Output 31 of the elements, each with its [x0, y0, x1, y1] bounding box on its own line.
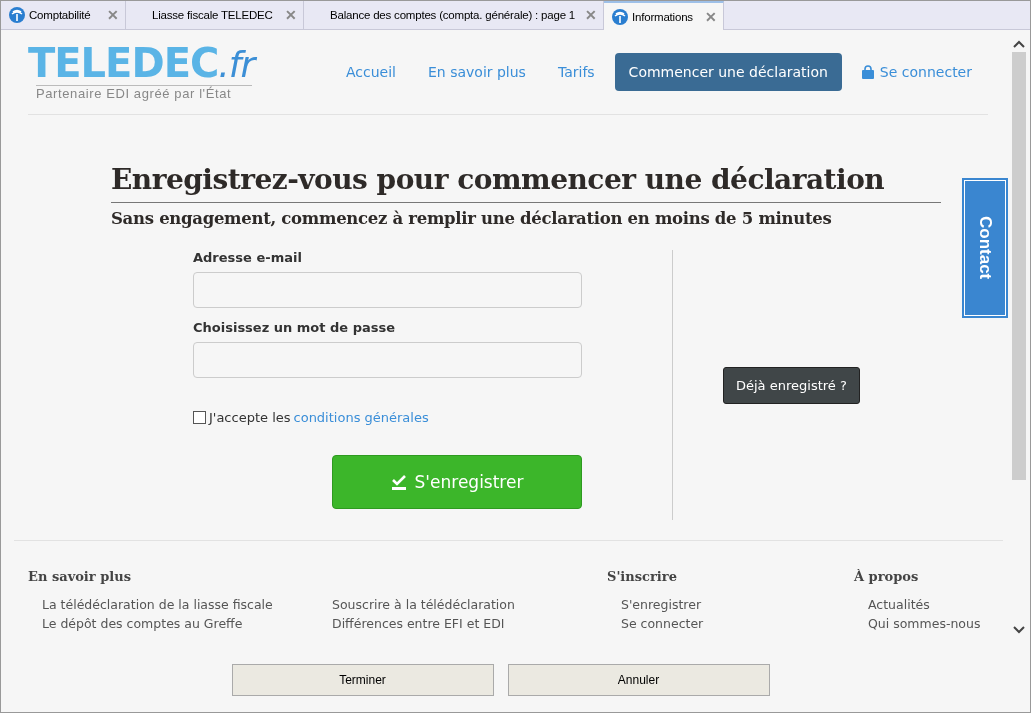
terms-text: J'accepte les [209, 410, 291, 425]
dialog-button[interactable]: Terminer [231, 664, 494, 696]
logo-tagline: Partenaire EDI agréé par l'État [36, 85, 252, 101]
footer-heading: À propos [854, 569, 920, 586]
footer-link[interactable]: Actualités [868, 595, 994, 614]
start-declaration-button[interactable]: Commencer une déclaration [614, 53, 842, 91]
page-heading: Enregistrez-vous pour commencer une déclaration [111, 163, 941, 203]
checkmark-icon [390, 474, 407, 490]
contact-tab[interactable]: Contact [962, 178, 1008, 318]
footer-heading: En savoir plus [28, 569, 132, 586]
scroll-up-icon[interactable] [1013, 40, 1025, 48]
palm-icon [612, 8, 628, 25]
terms-checkbox[interactable] [193, 411, 206, 424]
footer-link[interactable]: Souscrire à la télédéclaration [332, 595, 607, 614]
footer-link[interactable]: La télédéclaration de la liasse fiscale [42, 595, 318, 614]
password-field[interactable] [193, 342, 582, 378]
password-label: Choisissez un mot de passe [193, 320, 397, 335]
footer-link[interactable]: Qui sommes-nous [868, 614, 994, 633]
lock-icon [861, 65, 874, 79]
already-registered-button[interactable]: Déjà enregistré ? [723, 366, 860, 404]
scroll-down-icon[interactable] [1013, 626, 1025, 634]
footer-link[interactable]: Différences entre EFI et EDI [332, 614, 607, 633]
email-field[interactable] [193, 272, 582, 308]
dialog-button[interactable]: Annuler [507, 664, 770, 696]
footer-link[interactable]: Se connecter [621, 614, 854, 633]
email-label: Adresse e-mail [193, 250, 303, 265]
footer-link[interactable]: S'enregistrer [621, 595, 854, 614]
document-tab[interactable]: Informations ✕ [604, 1, 724, 30]
palm-icon [9, 7, 25, 23]
footer-link[interactable]: Le dépôt des comptes au Greffe [42, 614, 318, 633]
footer-heading: S'inscrire [607, 569, 678, 586]
